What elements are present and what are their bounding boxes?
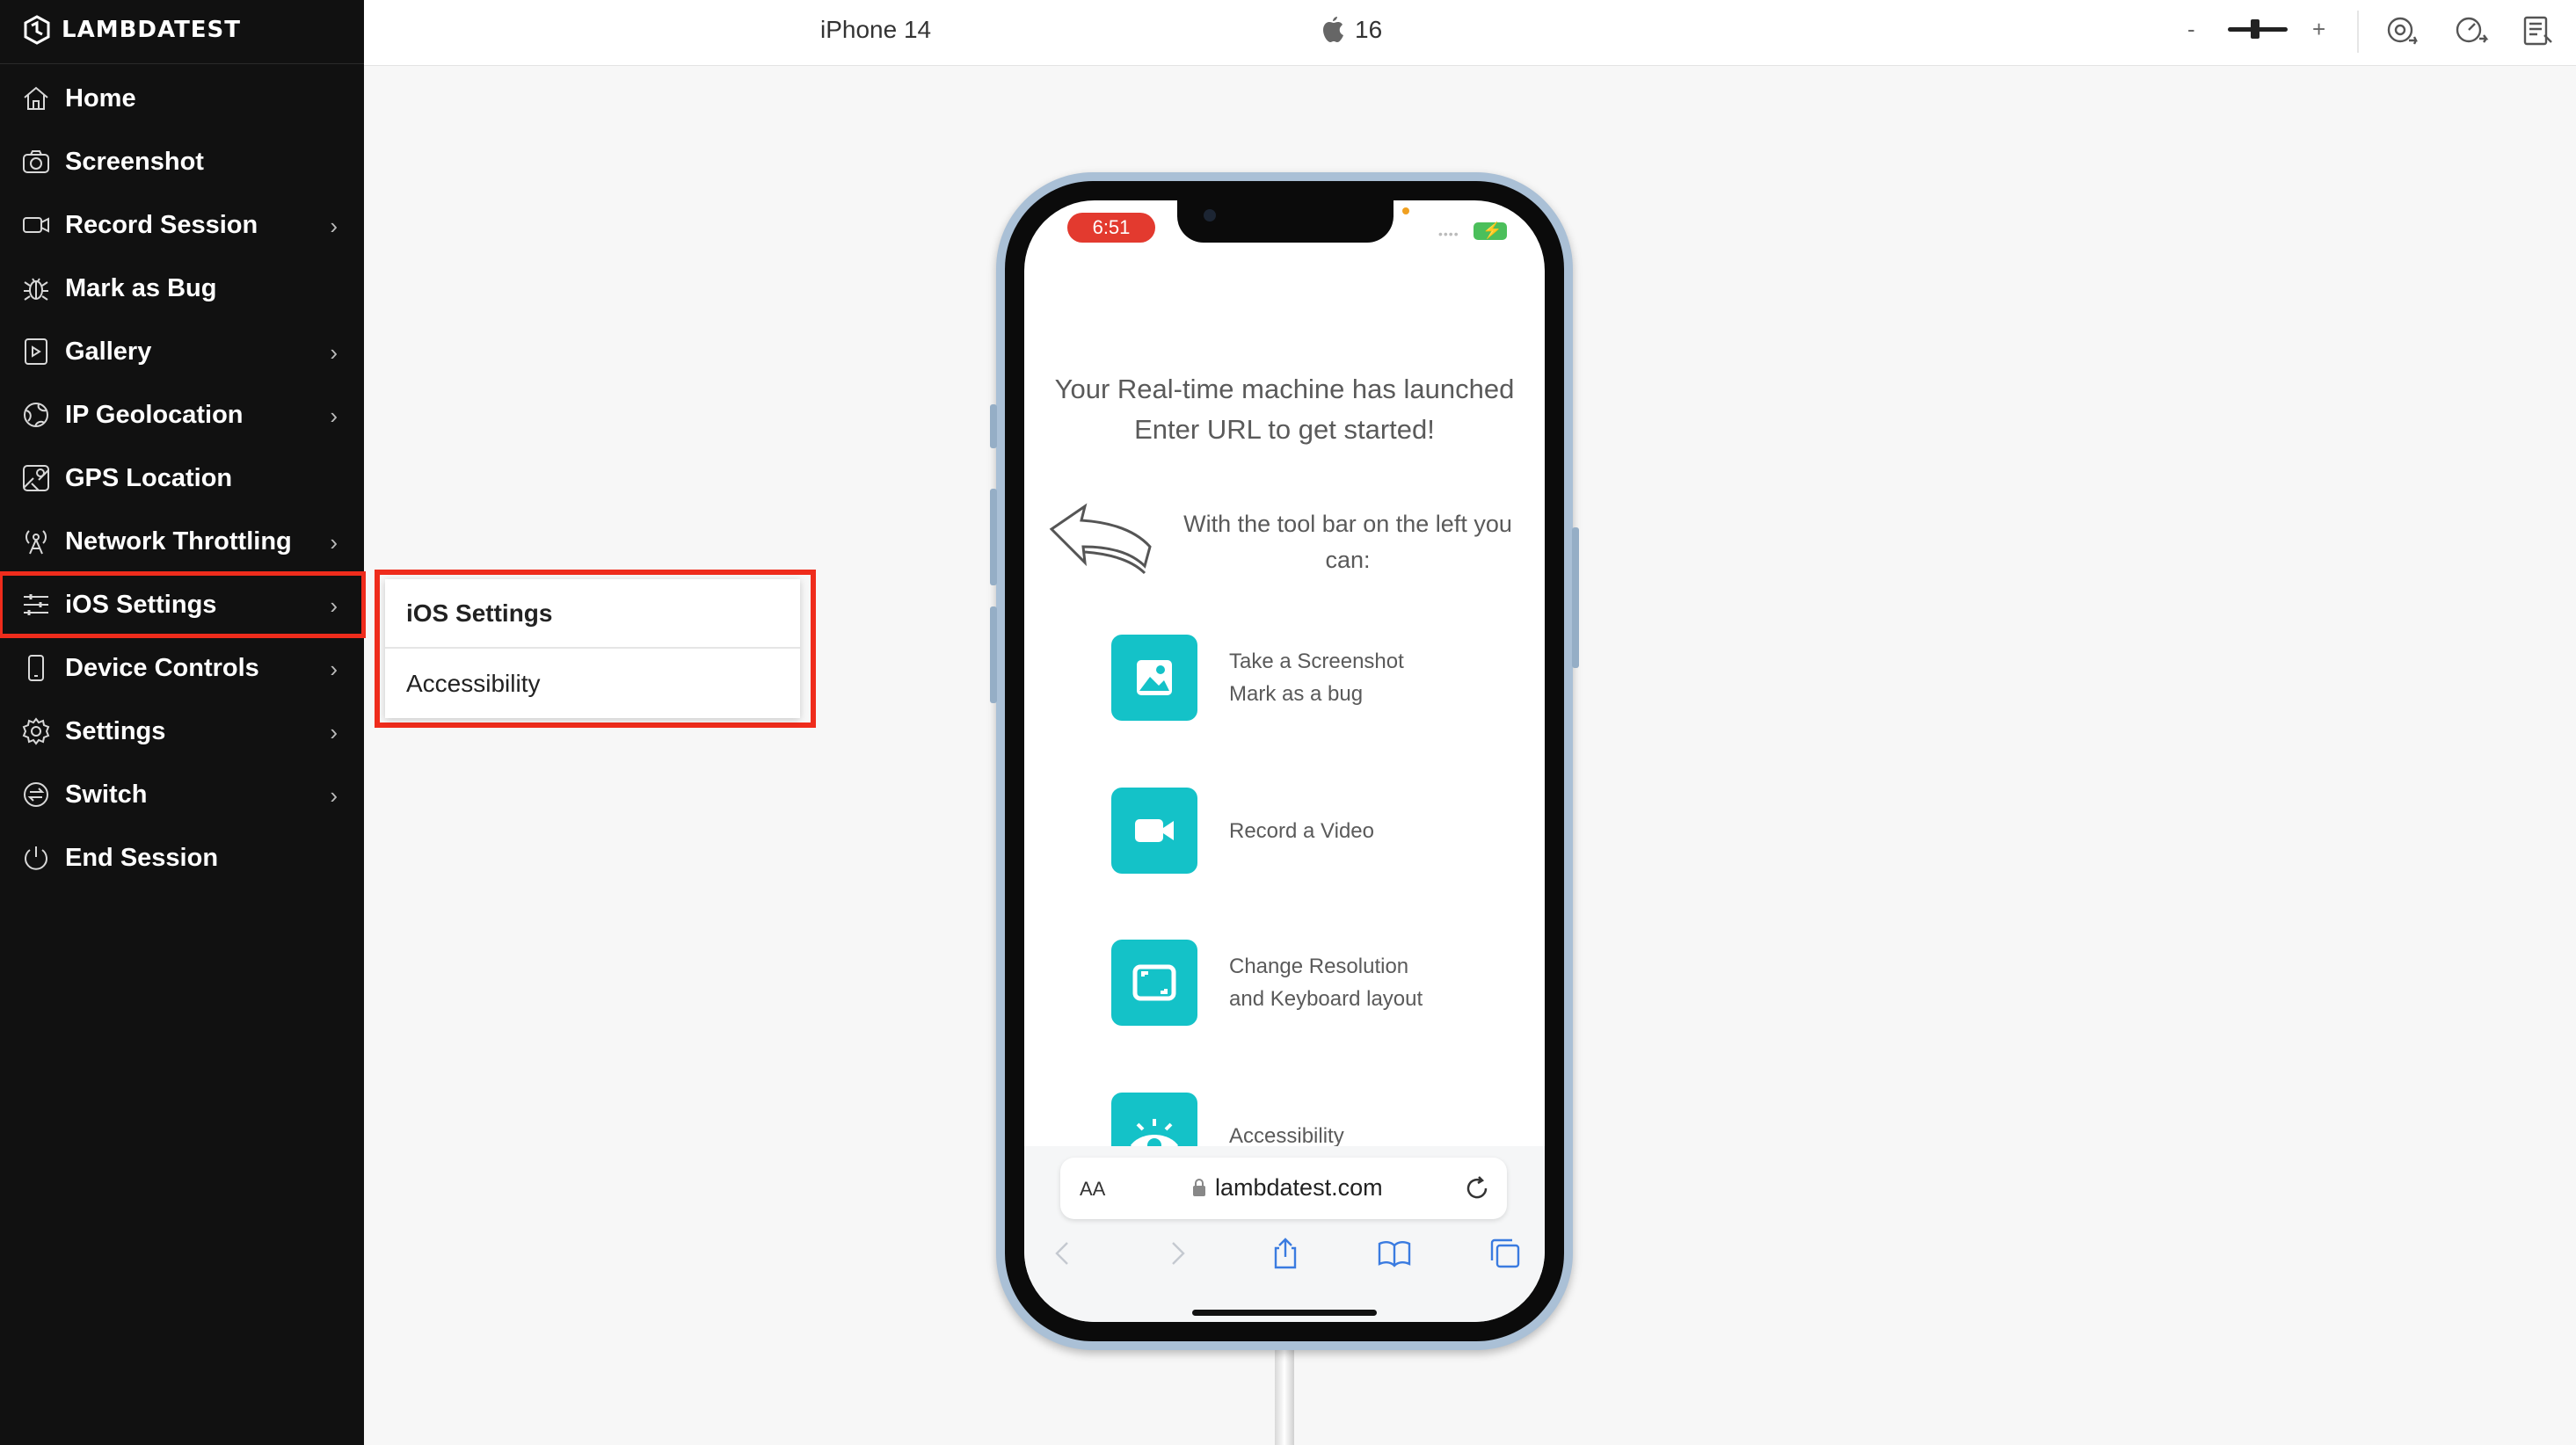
welcome-headline: Your Real-time machine has launched Ente…: [1054, 374, 1515, 445]
bug-icon: [19, 272, 53, 305]
sidebar-item-label: Gallery: [65, 337, 152, 366]
status-time: 6:51: [1067, 213, 1155, 243]
sidebar-item-end-session[interactable]: End Session: [0, 826, 364, 890]
charging-cable: [1275, 1349, 1294, 1445]
sidebar-item-record-session[interactable]: Record Session ›: [0, 193, 364, 257]
video-icon: [19, 208, 53, 242]
sidebar-item-gallery[interactable]: Gallery ›: [0, 320, 364, 383]
power-icon: [19, 841, 53, 875]
chevron-right-icon: ›: [330, 403, 338, 429]
sidebar-item-label: IP Geolocation: [65, 400, 244, 429]
intro-text: With the tool bar on the left you can:: [1183, 511, 1512, 573]
sidebar-divider: [0, 63, 364, 64]
rotate-icon[interactable]: [2384, 14, 2423, 49]
feature-resolution-line1: Change Resolution: [1229, 955, 1409, 978]
toolbar-divider: [2357, 11, 2359, 53]
chevron-right-icon: ›: [330, 592, 338, 619]
sidebar-item-settings[interactable]: Settings ›: [0, 700, 364, 763]
volume-down-button: [990, 606, 997, 703]
image-icon: [1111, 635, 1197, 721]
resize-icon: [1111, 940, 1197, 1026]
os-version: 16: [1355, 16, 1383, 43]
charging-bolt-icon: ⚡: [1482, 221, 1503, 239]
sidebar-item-home[interactable]: Home: [0, 67, 364, 130]
eye-icon: [1111, 1093, 1197, 1156]
privacy-indicator: [1402, 207, 1409, 214]
home-indicator: [1192, 1310, 1377, 1316]
camera-icon: [19, 145, 53, 178]
zoom-out-button[interactable]: -: [2187, 16, 2195, 43]
sidebar-item-switch[interactable]: Switch ›: [0, 763, 364, 826]
brand-name: LAMBDATEST: [62, 17, 242, 43]
sidebar-item-label: iOS Settings: [65, 590, 217, 619]
url-text[interactable]: lambdatest.com: [1215, 1174, 1383, 1202]
chevron-right-icon: ›: [330, 529, 338, 555]
gauge-icon[interactable]: [2453, 14, 2492, 49]
sidebar-item-label: Screenshot: [65, 147, 204, 176]
reload-icon[interactable]: [1463, 1174, 1491, 1202]
brand-logo[interactable]: LAMBDATEST: [21, 12, 241, 47]
feature-record-video: Record a Video: [1229, 819, 1374, 843]
switch-icon: [19, 778, 53, 811]
chevron-right-icon: ›: [330, 339, 338, 366]
signal-icon: ••••: [1438, 227, 1459, 241]
submenu-item-ios-settings[interactable]: iOS Settings: [385, 579, 800, 649]
tabs-icon[interactable]: [1488, 1236, 1523, 1271]
chevron-right-icon: ›: [330, 213, 338, 239]
chevron-right-icon: ›: [330, 719, 338, 745]
sidebar-item-label: End Session: [65, 843, 219, 872]
sidebar-item-network-throttling[interactable]: Network Throttling ›: [0, 510, 364, 573]
antenna-icon: [19, 525, 53, 558]
front-camera: [1204, 209, 1216, 221]
lock-icon: [1193, 1179, 1205, 1196]
sidebar-item-mark-as-bug[interactable]: Mark as Bug: [0, 257, 364, 320]
reader-mode-button[interactable]: AA: [1080, 1178, 1105, 1201]
sidebar-item-label: GPS Location: [65, 463, 233, 492]
power-button: [1572, 527, 1579, 668]
map-icon: [19, 461, 53, 495]
sidebar-item-label: Record Session: [65, 210, 258, 239]
sidebar-item-screenshot[interactable]: Screenshot: [0, 130, 364, 193]
sidebar-item-label: Switch: [65, 780, 148, 809]
back-icon[interactable]: [1046, 1236, 1081, 1271]
ios-settings-submenu: iOS Settings Accessibility: [385, 579, 800, 718]
sidebar-item-ios-settings[interactable]: iOS Settings ›: [0, 571, 366, 638]
sidebar-item-label: Settings: [65, 716, 166, 745]
bookmarks-icon[interactable]: [1377, 1236, 1412, 1271]
arrow-left-icon: [1049, 503, 1152, 575]
home-icon: [19, 82, 53, 115]
zoom-slider-thumb[interactable]: [2251, 19, 2259, 39]
share-icon[interactable]: [1268, 1236, 1303, 1271]
volume-up-button: [990, 489, 997, 585]
sidebar-item-ip-geolocation[interactable]: IP Geolocation ›: [0, 383, 364, 447]
video-icon: [1111, 788, 1197, 874]
dynamic-notch: [1177, 200, 1394, 243]
sliders-icon: [19, 588, 53, 621]
mute-switch: [990, 404, 997, 448]
feature-resolution-line2: and Keyboard layout: [1229, 987, 1423, 1011]
sidebar-item-device-controls[interactable]: Device Controls ›: [0, 636, 364, 700]
sidebar: LAMBDATEST Home Screenshot Record Sessio…: [0, 0, 366, 1445]
sidebar-item-gps-location[interactable]: GPS Location: [0, 447, 364, 510]
zoom-in-button[interactable]: +: [2312, 16, 2325, 43]
logs-icon[interactable]: [2520, 14, 2558, 49]
top-bar: [364, 0, 2576, 66]
device-name: iPhone 14: [820, 16, 932, 43]
phone-icon: [19, 651, 53, 685]
sidebar-item-label: Home: [65, 84, 136, 113]
chevron-right-icon: ›: [330, 656, 338, 682]
lambdatest-logo-icon: [24, 15, 50, 45]
gallery-icon: [19, 335, 53, 368]
forward-icon[interactable]: [1159, 1236, 1194, 1271]
submenu-item-accessibility[interactable]: Accessibility: [385, 649, 800, 718]
gear-icon: [19, 715, 53, 748]
sidebar-item-label: Device Controls: [65, 653, 259, 682]
apple-icon: [1323, 17, 1343, 42]
feature-screenshot-line2: Mark as a bug: [1229, 682, 1364, 706]
chevron-right-icon: ›: [330, 782, 338, 809]
feature-screenshot-line1: Take a Screenshot: [1229, 650, 1404, 673]
sidebar-item-label: Mark as Bug: [65, 273, 217, 302]
globe-icon: [19, 398, 53, 432]
sidebar-item-label: Network Throttling: [65, 526, 292, 555]
